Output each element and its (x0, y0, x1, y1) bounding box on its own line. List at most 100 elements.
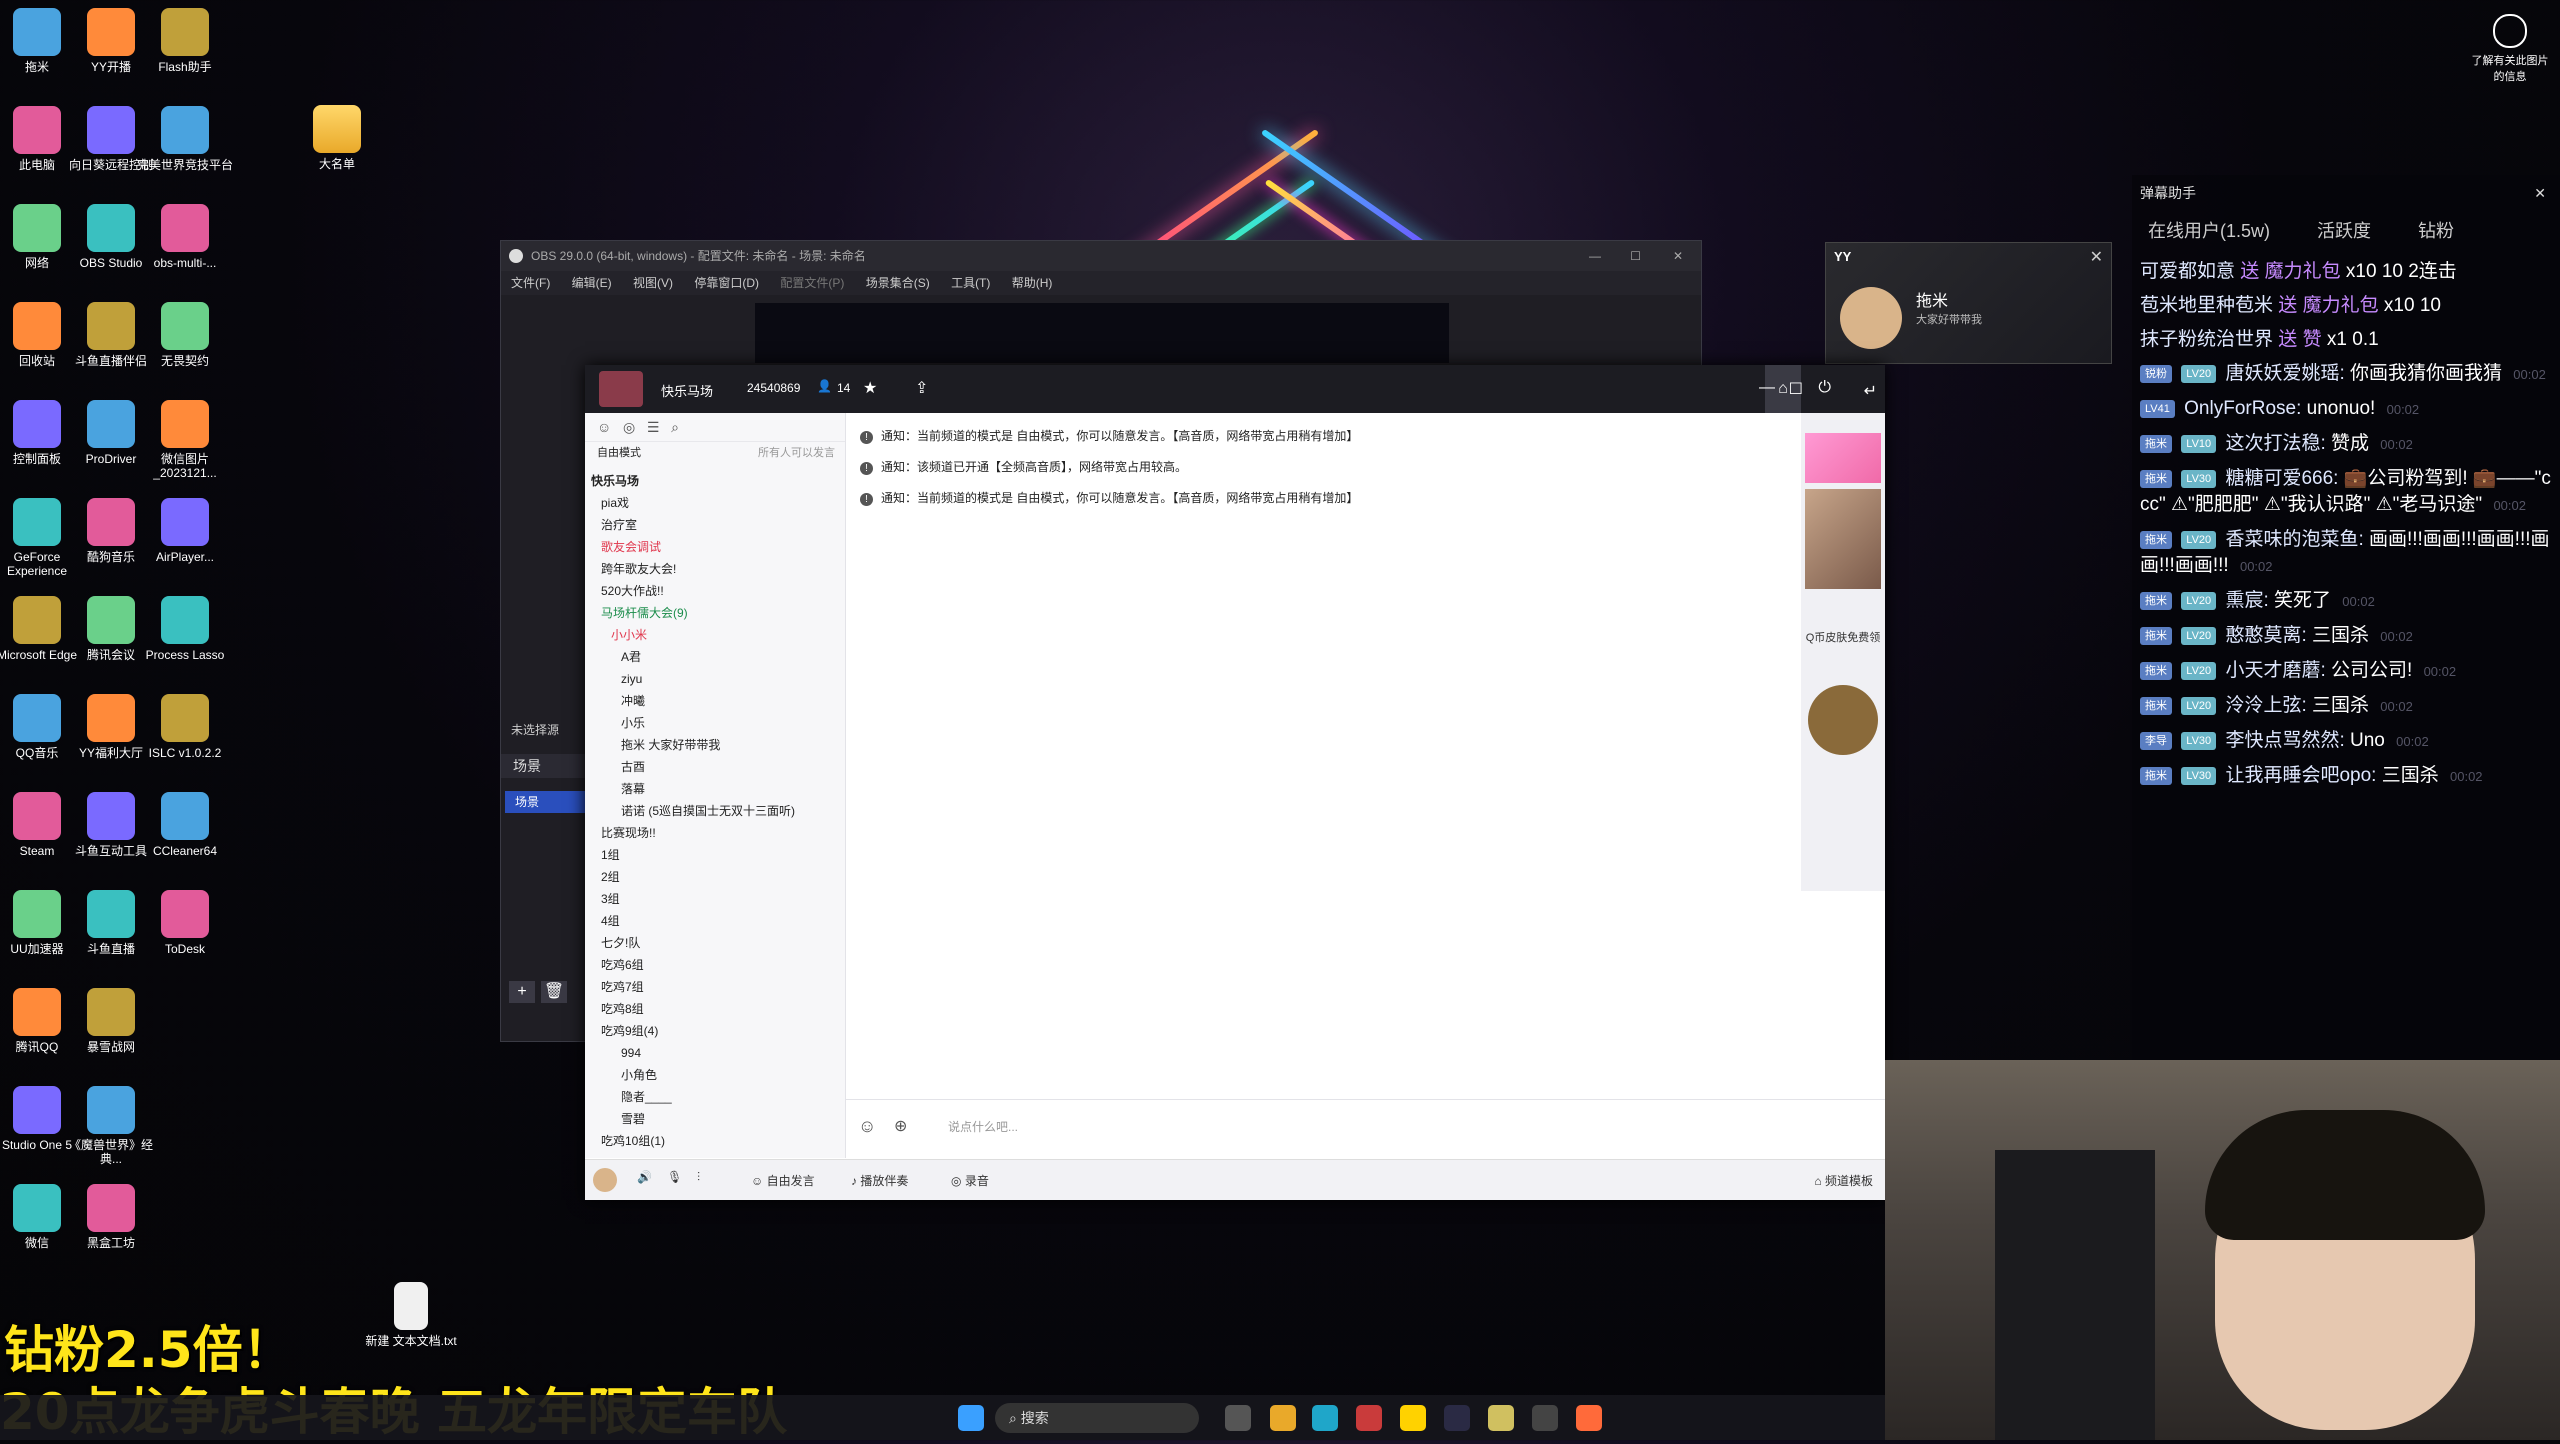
channel-user[interactable]: 小乐 (585, 712, 845, 734)
desktop-shortcut[interactable]: 《魔兽世界》经典... (62, 1086, 160, 1166)
promo-image[interactable] (1805, 489, 1881, 589)
channel-user[interactable]: 小角色 (585, 1064, 845, 1086)
channel-user[interactable]: A君 (585, 646, 845, 668)
channel-tree-item[interactable]: 快乐马场 (585, 470, 845, 492)
promo-image[interactable] (1805, 433, 1881, 483)
channel-tree-item[interactable]: 马场杆儒大会(9) (585, 602, 845, 624)
chat-input[interactable]: 说点什么吧... (948, 1118, 1018, 1135)
channel-tree-item[interactable]: 比赛现场!! (585, 822, 845, 844)
contacts-icon[interactable]: ☺ (597, 419, 611, 435)
accompany-button[interactable]: ♪ 播放伴奏 (851, 1172, 908, 1189)
favorite-icon[interactable]: ★ (863, 378, 877, 398)
menu-item[interactable]: 停靠窗口(D) (694, 276, 759, 290)
menu-item[interactable]: 文件(F) (511, 276, 550, 290)
menu-item[interactable]: 编辑(E) (572, 276, 612, 290)
record-button[interactable]: ◎ 录音 (951, 1172, 989, 1189)
obs-taskbar-icon[interactable] (1532, 1405, 1558, 1431)
close-button[interactable]: ✕ (1673, 241, 1683, 271)
game-icon[interactable] (1808, 685, 1878, 755)
channel-tree-item[interactable]: 1组 (585, 844, 845, 866)
wallpaper-info[interactable]: 了解有关此图片的信息 (2470, 14, 2550, 84)
desktop-folder[interactable]: 大名单 (288, 105, 386, 171)
desktop-shortcut[interactable]: Process Lasso (136, 596, 234, 662)
maximize-button[interactable]: ☐ (1789, 379, 1803, 399)
channel-tree-item[interactable]: 3组 (585, 888, 845, 910)
maximize-button[interactable]: ☐ (1630, 241, 1641, 271)
start-icon[interactable] (958, 1405, 984, 1431)
desktop-shortcut[interactable]: 暴雪战网 (62, 988, 160, 1054)
channel-tree-item[interactable]: 吃鸡7组 (585, 976, 845, 998)
channel-user[interactable]: ziyu (585, 668, 845, 690)
channel-tree-item[interactable]: 吃鸡6组 (585, 954, 845, 976)
location-icon[interactable]: ◎ (623, 419, 635, 435)
desktop-shortcut[interactable]: 黑盒工坊 (62, 1184, 160, 1250)
close-button[interactable]: ✕ (2090, 247, 2103, 267)
channel-tree-item[interactable]: 吃鸡8组 (585, 998, 845, 1020)
desktop-shortcut[interactable]: obs-multi-... (136, 204, 234, 270)
obs-scene-item[interactable]: 场景 (505, 791, 591, 813)
speaker-icon[interactable]: 🔊 (637, 1170, 652, 1184)
desktop-shortcut[interactable]: 完美世界竞技平台 (136, 106, 234, 172)
channel-tree-item[interactable]: 歌友会调试 (585, 536, 845, 558)
channel-user[interactable]: 诺诺 (5巡自摸国士无双十三面听) (585, 800, 845, 822)
search-icon[interactable]: ⌕ (671, 419, 679, 435)
explorer-icon[interactable] (1270, 1405, 1296, 1431)
douyu-icon[interactable] (1576, 1405, 1602, 1431)
channel-tree-item[interactable]: 吃鸡10组(1) (585, 1130, 845, 1152)
avatar[interactable] (593, 1168, 617, 1192)
desktop-shortcut[interactable]: 微信图片_2023121... (136, 400, 234, 480)
channel-tree-item[interactable]: 2组 (585, 866, 845, 888)
channel-tree-item[interactable]: 520大作战!! (585, 580, 845, 602)
desktop-shortcut[interactable]: Flash助手 (136, 8, 234, 74)
template-button[interactable]: ⌂ 频道模板 (1814, 1172, 1873, 1189)
channel-user[interactable]: 冲曦 (585, 690, 845, 712)
channel-user[interactable]: 落幕 (585, 778, 845, 800)
channel-tree-item[interactable]: 治疗室 (585, 514, 845, 536)
minimize-button[interactable]: — (1589, 241, 1601, 271)
chat-app-icon[interactable] (1488, 1405, 1514, 1431)
desktop-txt-file[interactable]: 新建 文本文档.txt (362, 1282, 460, 1348)
menu-item[interactable]: 场景集合(S) (866, 276, 930, 290)
channel-user[interactable]: 雪碧 (585, 1108, 845, 1130)
emoji-icon[interactable]: ☺ (858, 1116, 876, 1137)
menu-item[interactable]: 帮助(H) (1012, 276, 1053, 290)
back-icon[interactable]: ↵ (1864, 381, 1877, 401)
list-icon[interactable]: ☰ (647, 419, 660, 435)
taskview-icon[interactable] (1225, 1405, 1251, 1431)
tab-online[interactable]: 在线用户(1.5w) (2148, 221, 2270, 241)
mic-icon[interactable]: 🎙 (667, 1170, 682, 1184)
minimize-button[interactable]: — (1759, 379, 1775, 397)
avatar[interactable] (1840, 287, 1902, 349)
app-icon[interactable] (1356, 1405, 1382, 1431)
close-button[interactable]: ✕ (2534, 175, 2546, 211)
power-icon[interactable]: ⏻ (1818, 379, 1831, 397)
delete-scene-button[interactable]: 🗑 (541, 981, 567, 1003)
channel-tree-item[interactable]: 吃鸡9组(4) (585, 1020, 845, 1042)
channel-user[interactable]: 古酉 (585, 756, 845, 778)
channel-tree-item[interactable]: 4组 (585, 910, 845, 932)
channel-user[interactable]: 拖米 大家好带带我 (585, 734, 845, 756)
terminal-icon[interactable] (1444, 1405, 1470, 1431)
free-speak-button[interactable]: ☺ 自由发言 (751, 1172, 815, 1189)
share-icon[interactable]: ⇪ (915, 378, 928, 398)
desktop-shortcut[interactable]: ToDesk (136, 890, 234, 956)
channel-tree-item[interactable]: pia戏 (585, 492, 845, 514)
channel-tree-item[interactable]: 七夕!队 (585, 932, 845, 954)
mixer-icon[interactable]: ⫶ (697, 1170, 700, 1185)
desktop-shortcut[interactable]: AirPlayer... (136, 498, 234, 564)
tab-activity[interactable]: 活跃度 (2317, 221, 2371, 241)
yy-icon[interactable] (1400, 1405, 1426, 1431)
desktop-shortcut[interactable]: 无畏契约 (136, 302, 234, 368)
channel-user[interactable]: 小小米 (585, 624, 845, 646)
channel-user[interactable]: 隐者____ (585, 1086, 845, 1108)
desktop-shortcut[interactable]: CCleaner64 (136, 792, 234, 858)
desktop-shortcut[interactable]: ISLC v1.0.2.2 (136, 694, 234, 760)
taskbar-search[interactable]: ⌕ 搜索 (995, 1403, 1199, 1433)
obs-preview[interactable] (755, 303, 1449, 363)
menu-item[interactable]: 视图(V) (633, 276, 673, 290)
menu-item[interactable]: 配置文件(P) (780, 276, 844, 290)
channel-tree-item[interactable]: 跨年歌友大会! (585, 558, 845, 580)
translate-icon[interactable]: ⊕ (894, 1116, 907, 1136)
channel-user[interactable]: 994 (585, 1042, 845, 1064)
add-scene-button[interactable]: + (509, 981, 535, 1003)
